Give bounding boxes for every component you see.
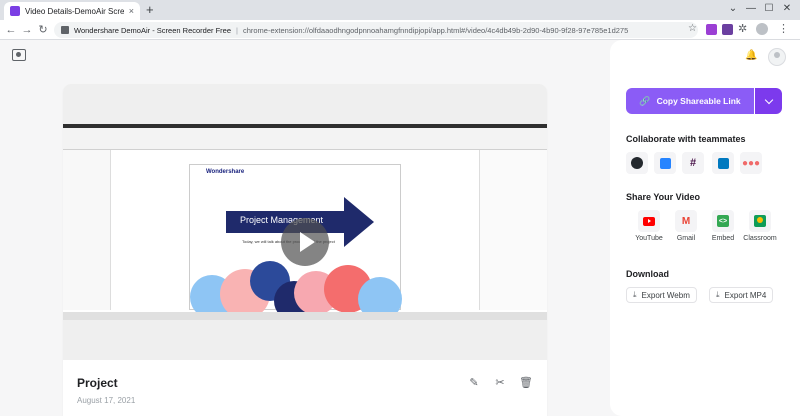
trim-scissors-icon[interactable]: ✂ bbox=[493, 376, 507, 389]
export-webm-label: Export Webm bbox=[641, 290, 690, 300]
video-letterbox-bottom bbox=[63, 320, 547, 360]
url-separator: | bbox=[236, 25, 238, 35]
classroom-icon bbox=[754, 215, 766, 227]
gmail-icon: M bbox=[681, 215, 691, 227]
video-date: August 17, 2021 bbox=[77, 396, 136, 405]
reload-button[interactable]: ↻ bbox=[36, 23, 50, 37]
collaborate-heading: Collaborate with teammates bbox=[626, 134, 746, 144]
edit-icon[interactable]: ✎ bbox=[467, 376, 481, 389]
notification-bell-icon[interactable]: 🔔 bbox=[745, 50, 757, 61]
video-player[interactable]: Wondershare Project Management Today, we… bbox=[63, 124, 547, 321]
video-frame-ribbon bbox=[63, 128, 547, 150]
extensions-puzzle-icon[interactable]: ✲ bbox=[738, 22, 747, 35]
link-icon: 🔗 bbox=[639, 95, 651, 106]
minimize-button[interactable]: — bbox=[744, 2, 758, 16]
demoair-extension-icon[interactable] bbox=[706, 24, 717, 35]
url-text[interactable]: chrome-extension://olfdaaodhngodpnnoaham… bbox=[243, 26, 628, 35]
play-button[interactable] bbox=[281, 218, 329, 266]
video-folder-icon[interactable] bbox=[12, 49, 26, 61]
video-frame-right-panel bbox=[479, 150, 547, 310]
copy-shareable-link-button[interactable]: 🔗 Copy Shareable Link bbox=[626, 88, 754, 114]
jira-icon bbox=[659, 157, 671, 169]
share-options-dropdown[interactable] bbox=[755, 88, 782, 114]
share-label: Gmail bbox=[676, 235, 696, 242]
window-dropdown-icon[interactable]: ⌄ bbox=[726, 2, 740, 16]
download-heading: Download bbox=[626, 269, 669, 279]
video-frame-statusbar bbox=[63, 312, 547, 320]
trello-button[interactable] bbox=[712, 152, 734, 174]
forward-button[interactable]: → bbox=[20, 23, 34, 37]
back-button[interactable]: ← bbox=[4, 23, 18, 37]
tab-video-details[interactable]: Video Details-DemoAir Screen R... × bbox=[4, 2, 140, 20]
new-tab-button[interactable]: + bbox=[146, 3, 154, 17]
chevron-down-icon bbox=[764, 95, 773, 104]
share-youtube-button[interactable]: YouTube bbox=[629, 210, 669, 250]
export-webm-button[interactable]: ⤓ Export Webm bbox=[626, 287, 697, 303]
embed-icon: <> bbox=[717, 215, 729, 227]
tab-title: Video Details-DemoAir Screen R... bbox=[25, 6, 124, 16]
trello-icon bbox=[717, 157, 729, 169]
asana-icon: ●●● bbox=[741, 157, 761, 169]
browser-profile-avatar[interactable] bbox=[756, 23, 768, 35]
export-mp4-label: Export MP4 bbox=[724, 290, 767, 300]
jira-button[interactable] bbox=[654, 152, 676, 174]
slack-button[interactable]: # bbox=[682, 152, 704, 174]
tab-close-icon[interactable]: × bbox=[129, 6, 134, 16]
window-close-button[interactable]: ✕ bbox=[780, 2, 794, 16]
site-name: Wondershare DemoAir - Screen Recorder Fr… bbox=[74, 25, 232, 35]
download-icon: ⤓ bbox=[716, 290, 720, 299]
github-button[interactable] bbox=[626, 152, 648, 174]
extension-icon[interactable] bbox=[722, 24, 733, 35]
asana-button[interactable]: ●●● bbox=[740, 152, 762, 174]
share-embed-button[interactable]: <> Embed bbox=[703, 210, 743, 250]
address-toolbar: ← → ↻ Wondershare DemoAir - Screen Recor… bbox=[0, 20, 800, 40]
browser-menu-icon[interactable]: ⋮ bbox=[778, 22, 789, 35]
github-icon bbox=[631, 157, 643, 169]
download-icon: ⤓ bbox=[633, 290, 637, 299]
omnibox[interactable]: Wondershare DemoAir - Screen Recorder Fr… bbox=[54, 22, 698, 38]
demoair-favicon bbox=[10, 6, 20, 16]
share-classroom-button[interactable]: Classroom bbox=[740, 210, 780, 250]
video-card: Wondershare Project Management Today, we… bbox=[63, 84, 547, 416]
slack-icon: # bbox=[689, 157, 697, 169]
video-letterbox-top bbox=[63, 84, 547, 124]
maximize-button[interactable]: ☐ bbox=[762, 2, 776, 16]
video-title: Project bbox=[77, 376, 118, 390]
share-label: YouTube bbox=[635, 235, 663, 242]
video-frame-left-panel bbox=[63, 150, 111, 310]
delete-icon[interactable]: 🗑 bbox=[519, 376, 533, 389]
share-video-heading: Share Your Video bbox=[626, 192, 701, 202]
export-mp4-button[interactable]: ⤓ Export MP4 bbox=[709, 287, 774, 303]
tab-strip: Video Details-DemoAir Screen R... × + ⌄ … bbox=[0, 0, 800, 20]
slide-brand: Wondershare bbox=[206, 169, 245, 175]
share-gmail-button[interactable]: M Gmail bbox=[666, 210, 706, 250]
bookmark-star-icon[interactable]: ☆ bbox=[688, 23, 697, 34]
user-avatar[interactable] bbox=[768, 48, 786, 66]
copy-link-label: Copy Shareable Link bbox=[656, 96, 741, 106]
extension-page-icon bbox=[61, 26, 69, 34]
share-label: Classroom bbox=[743, 235, 777, 242]
youtube-icon bbox=[643, 216, 655, 226]
share-label: Embed bbox=[711, 235, 735, 242]
